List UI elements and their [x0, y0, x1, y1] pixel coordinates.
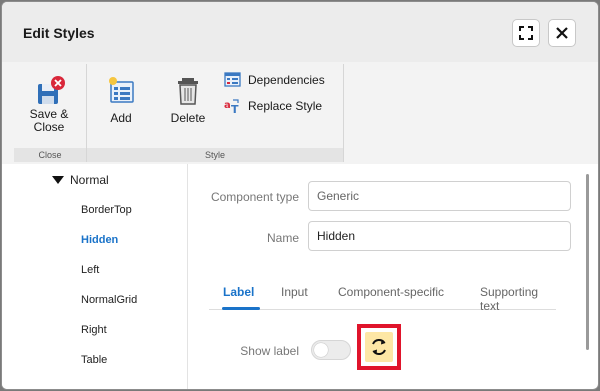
highlight-box	[357, 324, 401, 370]
style-form: Component type Generic Name Hidden Label…	[189, 164, 584, 389]
scrollbar[interactable]	[586, 174, 589, 350]
replace-style-icon: a T	[224, 99, 239, 114]
tree-item-right[interactable]: Right	[81, 324, 107, 336]
tree-item-left[interactable]: Left	[81, 264, 99, 276]
tree-node-normal[interactable]: Normal	[52, 173, 109, 187]
toggle-knob	[314, 343, 328, 357]
active-tab-indicator	[222, 307, 260, 310]
chevron-down-icon[interactable]	[52, 176, 64, 184]
delete-icon	[178, 78, 198, 105]
close-icon	[556, 27, 568, 39]
maximize-button[interactable]	[512, 19, 540, 47]
show-label-label: Show label	[240, 344, 299, 358]
component-type-input[interactable]: Generic	[308, 181, 571, 211]
dependencies-icon	[224, 72, 241, 87]
ribbon-divider	[343, 64, 344, 162]
edit-styles-dialog: Edit Styles Save & Close Add Delete Depe…	[1, 1, 599, 390]
delete-label: Delete	[170, 111, 206, 125]
component-type-label: Component type	[210, 190, 299, 204]
replace-style-button[interactable]: a T Replace Style	[224, 98, 322, 114]
property-tabs: Label Input Component-specific Supportin…	[209, 274, 556, 313]
group-label-style: Style	[204, 150, 225, 160]
group-label-close: Close	[38, 150, 62, 160]
replace-style-label: Replace Style	[248, 99, 323, 113]
ribbon-divider	[86, 64, 87, 162]
tab-supporting-text[interactable]: Supporting text	[480, 285, 556, 313]
title-bar: Edit Styles	[2, 2, 598, 62]
tab-input[interactable]: Input	[281, 285, 308, 299]
name-label: Name	[266, 231, 299, 245]
dialog-title: Edit Styles	[23, 25, 95, 41]
tree-item-hidden[interactable]: Hidden	[81, 234, 118, 246]
dependencies-button[interactable]: Dependencies	[224, 72, 325, 88]
tree-item-table[interactable]: Table	[81, 354, 107, 366]
dependencies-label: Dependencies	[248, 73, 325, 87]
add-label: Add	[110, 111, 132, 125]
add-icon	[109, 77, 134, 103]
tab-label[interactable]: Label	[223, 285, 254, 299]
delete-button[interactable]: Delete	[166, 74, 210, 125]
close-button[interactable]	[548, 19, 576, 47]
show-label-toggle[interactable]	[311, 340, 351, 360]
save-close-label-2: Close	[33, 120, 65, 134]
name-input[interactable]: Hidden	[308, 221, 571, 251]
tab-component-specific[interactable]: Component-specific	[338, 285, 444, 299]
maximize-icon	[519, 26, 533, 40]
style-tree: Normal BorderTop Hidden Left NormalGrid …	[2, 164, 188, 389]
save-close-button[interactable]: Save & Close	[22, 74, 76, 134]
tree-item-normalgrid[interactable]: NormalGrid	[81, 294, 137, 306]
add-button[interactable]: Add	[100, 74, 142, 125]
svg-text:a: a	[224, 100, 231, 111]
reset-icon	[372, 338, 386, 356]
reset-button[interactable]	[365, 332, 393, 362]
save-close-icon	[38, 76, 65, 104]
svg-text:T: T	[231, 103, 239, 114]
tree-node-label: Normal	[70, 173, 109, 187]
tree-item-bordertop[interactable]: BorderTop	[81, 204, 132, 216]
